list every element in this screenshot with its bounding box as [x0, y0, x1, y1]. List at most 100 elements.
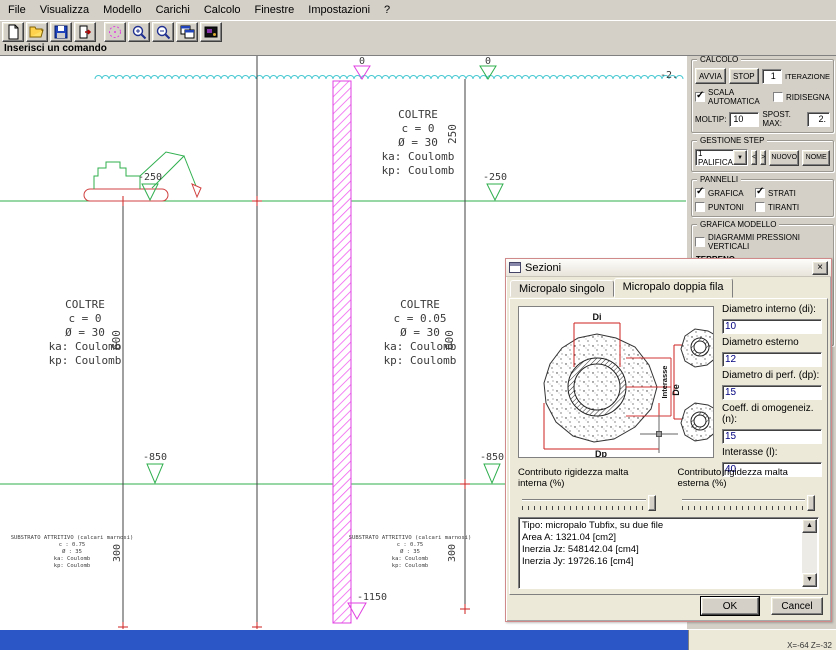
svg-text:kp: Coulomb: kp: Coulomb	[54, 563, 90, 569]
svg-text:kp: Coulomb: kp: Coulomb	[49, 354, 122, 367]
avvia-button[interactable]: AVVIA	[695, 68, 726, 84]
menu-modello[interactable]: Modello	[97, 2, 148, 18]
section-diagram: Di De Dp Interasse	[518, 306, 714, 458]
zoom-out-icon	[155, 24, 171, 40]
step-next-button[interactable]: >	[760, 150, 766, 165]
dim-interasse-label: Interasse	[660, 366, 669, 399]
menu-finestre[interactable]: Finestre	[249, 2, 301, 18]
menu-impostazioni[interactable]: Impostazioni	[302, 2, 376, 18]
nuovo-button[interactable]: NUOVO	[769, 150, 799, 166]
menu-carichi[interactable]: Carichi	[150, 2, 196, 18]
grafica-checkbox[interactable]	[695, 188, 705, 198]
exit-door-icon	[77, 24, 93, 40]
zoom-in-button[interactable]	[128, 22, 150, 42]
grafica-label: GRAFICA	[708, 189, 752, 198]
section-info-box[interactable]: Tipo: micropalo Tubfix, su due file Area…	[518, 517, 819, 589]
tab-micropalo-doppia-fila[interactable]: Micropalo doppia fila	[614, 278, 733, 298]
svg-text:SUBSTRATO ATTRITIVO (calcari m: SUBSTRATO ATTRITIVO (calcari marnosi)	[11, 535, 134, 541]
soil-label-substrato-right: SUBSTRATO ATTRITIVO (calcari marnosi) c …	[349, 535, 472, 569]
stop-button[interactable]: STOP	[729, 68, 759, 84]
status-coordinates: X=-64 Z=-32	[689, 630, 836, 650]
tiranti-label: TIRANTI	[768, 203, 799, 212]
step-prev-button[interactable]: <	[751, 150, 757, 165]
slider-malta-interna-track[interactable]	[522, 495, 656, 513]
nome-button[interactable]: NOME	[802, 150, 830, 166]
slider-malta-esterna: Contributo rigidezza malta esterna (%)	[678, 467, 820, 513]
svg-text:Ø = 30: Ø = 30	[398, 136, 438, 149]
svg-text:-850: -850	[143, 452, 167, 463]
strati-checkbox[interactable]	[755, 188, 765, 198]
ridisegna-label: RIDISEGNA	[786, 93, 830, 102]
spost-max-value: 2.	[807, 112, 830, 127]
field-di-label: Diametro interno (di):	[722, 304, 828, 315]
selection-circle-button[interactable]	[104, 22, 126, 42]
selection-circle-icon	[107, 24, 123, 40]
slider-malta-interna-thumb[interactable]	[648, 495, 656, 511]
status-message-area	[0, 630, 689, 650]
diagrammi-checkbox[interactable]	[695, 237, 705, 247]
moltip-input[interactable]	[729, 112, 759, 127]
dialog-tabs: Micropalo singolo Micropalo doppia fila	[506, 277, 831, 297]
dim-de-label: De	[671, 384, 681, 396]
group-gestione-step-title: GESTIONE STEP	[697, 136, 767, 145]
svg-text:kp: Coulomb: kp: Coulomb	[392, 563, 428, 569]
svg-text:-850: -850	[480, 452, 504, 463]
field-n-input[interactable]	[722, 429, 822, 444]
svg-text:ka: Coulomb: ka: Coulomb	[54, 556, 90, 562]
svg-text:Ø = 30: Ø = 30	[400, 326, 440, 339]
svg-text:kp: Coulomb: kp: Coulomb	[382, 164, 455, 177]
step-combo[interactable]: 1 PALIFICA ▼	[695, 149, 748, 166]
tiranti-checkbox[interactable]	[755, 202, 765, 212]
close-icon[interactable]: ×	[812, 261, 828, 275]
command-bar[interactable]: Inserisci un comando	[0, 42, 836, 56]
dim-di-label: Di	[593, 312, 602, 322]
scroll-up-icon[interactable]: ▲	[802, 519, 817, 533]
dim-300-right: 300	[447, 544, 458, 562]
pipe-inner	[574, 364, 620, 410]
puntoni-checkbox[interactable]	[695, 202, 705, 212]
slider-malta-esterna-track[interactable]	[682, 495, 816, 513]
tab-micropalo-singolo[interactable]: Micropalo singolo	[510, 280, 614, 297]
menu-visualizza[interactable]: Visualizza	[34, 2, 95, 18]
retaining-wall[interactable]	[333, 81, 351, 623]
scala-automatica-label: SCALA AUTOMATICA	[708, 88, 768, 106]
group-grafica-modello-title: GRAFICA MODELLO	[697, 220, 779, 229]
menu-calcolo[interactable]: Calcolo	[198, 2, 247, 18]
marker-250-left: -250	[138, 172, 162, 200]
toolbar-separator	[98, 23, 102, 41]
zoom-out-button[interactable]	[152, 22, 174, 42]
dialog-title-bar[interactable]: Sezioni ×	[506, 259, 831, 277]
open-file-button[interactable]	[26, 22, 48, 42]
menu-file[interactable]: File	[2, 2, 32, 18]
field-de-label: Diametro esterno	[722, 337, 828, 348]
svg-text:c : 0.75: c : 0.75	[397, 542, 424, 548]
exit-button[interactable]	[74, 22, 96, 42]
slider-malta-esterna-thumb[interactable]	[807, 495, 815, 511]
svg-text:-250: -250	[138, 172, 162, 183]
group-calcolo-title: CALCOLO	[697, 56, 741, 64]
field-di-input[interactable]	[722, 319, 822, 334]
info-scrollbar[interactable]: ▲ ▼	[802, 519, 817, 587]
scala-automatica-checkbox[interactable]	[695, 92, 705, 102]
cancel-button[interactable]: Cancel	[771, 597, 823, 615]
group-calcolo: CALCOLO AVVIA STOP 1 ITERAZIONE SCALA AU…	[691, 59, 834, 133]
svg-text:c = 0: c = 0	[68, 312, 101, 325]
ok-button[interactable]: OK	[701, 597, 759, 615]
step-combo-value: 1 PALIFICA	[696, 149, 733, 167]
combo-dropdown-icon[interactable]: ▼	[733, 150, 747, 165]
svg-text:-1150: -1150	[357, 592, 387, 603]
grout-body	[544, 334, 657, 442]
menu-help[interactable]: ?	[378, 2, 396, 18]
stiffness-sliders: Contributo rigidezza malta interna (%) C…	[518, 467, 819, 513]
info-line-jy: Inerzia Jy: 19726.16 [cm4]	[522, 556, 800, 568]
field-de-input[interactable]	[722, 352, 822, 367]
screenshot-button[interactable]	[200, 22, 222, 42]
cascade-windows-button[interactable]	[176, 22, 198, 42]
svg-text:kp: Coulomb: kp: Coulomb	[384, 354, 457, 367]
ridisegna-checkbox[interactable]	[773, 92, 783, 102]
field-dp-input[interactable]	[722, 385, 822, 400]
save-button[interactable]	[50, 22, 72, 42]
scroll-down-icon[interactable]: ▼	[802, 573, 817, 587]
new-file-button[interactable]	[2, 22, 24, 42]
toolbar	[0, 20, 836, 42]
